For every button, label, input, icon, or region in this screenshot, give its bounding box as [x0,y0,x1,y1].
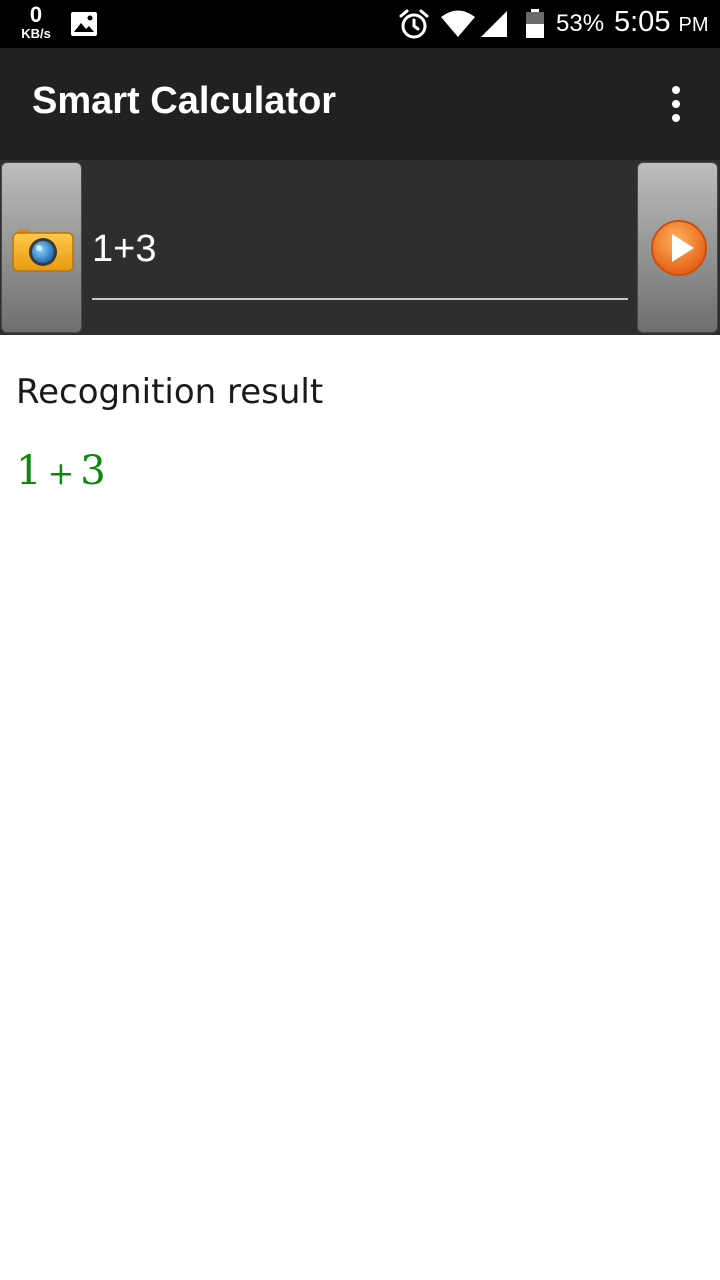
recognition-result-heading: Recognition result [16,372,324,412]
network-speed-unit: KB/s [21,26,51,41]
expression-input-bar [0,160,720,335]
alarm-icon [399,9,429,39]
signal-icon [481,11,507,37]
formula-right-operand: 3 [80,448,106,494]
battery-icon [526,9,544,38]
app-title: Smart Calculator [32,80,337,122]
network-speed: 0 KB/s [14,2,58,41]
formula-left-operand: 1 [16,448,42,494]
gallery-icon [71,12,97,36]
camera-button[interactable] [1,162,82,333]
expression-input[interactable] [92,200,628,300]
play-icon [651,220,707,276]
recognition-result-formula: 1 +3 [16,448,106,494]
clock-ampm: PM [678,14,709,36]
wifi-icon [441,10,475,37]
app-bar: Smart Calculator [0,48,720,160]
clock: 5:05 PM [614,6,709,39]
overflow-menu-icon[interactable] [660,84,692,124]
network-speed-value: 0 [29,2,43,27]
calculate-button[interactable] [637,162,718,333]
battery-percent: 53% [556,10,605,37]
camera-icon [12,229,74,272]
clock-time: 5:05 [614,6,671,38]
formula-operator: + [47,454,75,492]
status-bar: 0 KB/s 53% 5:05 PM [0,0,720,48]
